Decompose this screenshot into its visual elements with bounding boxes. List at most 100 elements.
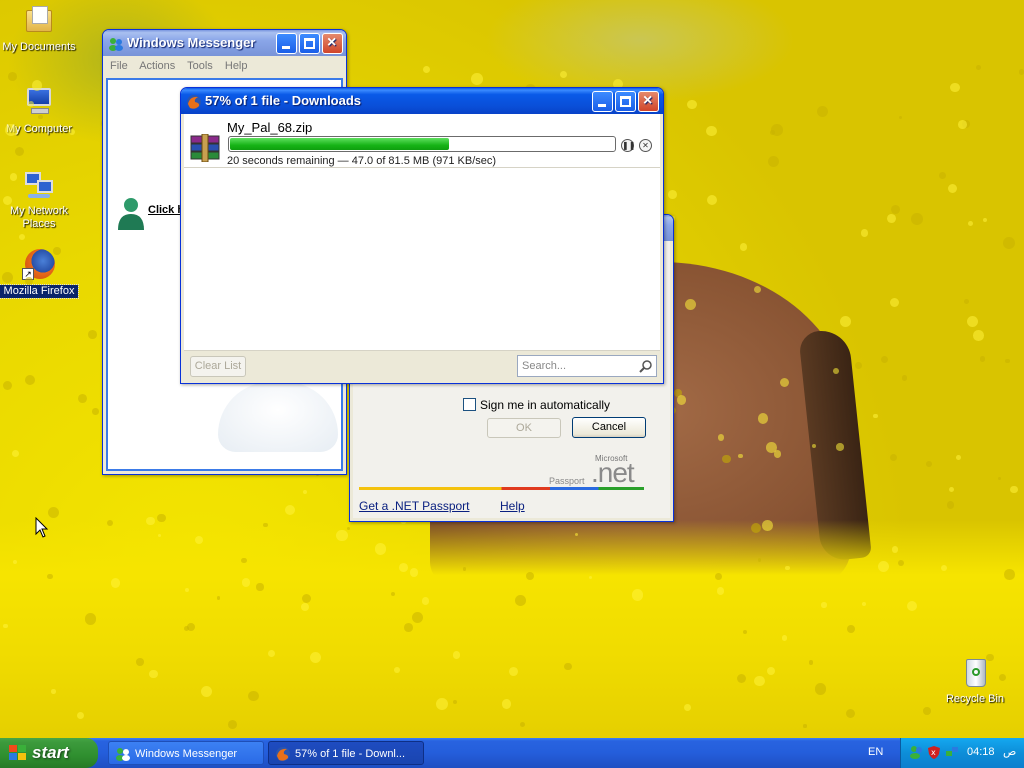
ok-button[interactable]: OK: [487, 418, 561, 438]
pause-icon: ❚❚: [622, 141, 636, 150]
cancel-icon: ✕: [642, 141, 649, 150]
flower-speck: [241, 578, 251, 587]
minimize-button[interactable]: [592, 91, 613, 112]
flower-speck: [336, 529, 348, 542]
close-button[interactable]: ×: [638, 91, 659, 112]
flower-speck: [886, 213, 896, 223]
task-downloads[interactable]: 57% of 1 file - Downl...: [268, 741, 424, 765]
search-icon[interactable]: [639, 359, 653, 373]
passport-help-link[interactable]: Help: [500, 499, 525, 513]
maximize-button[interactable]: [615, 91, 636, 112]
flower-speck: [911, 213, 924, 226]
minimize-icon: [282, 46, 290, 49]
messenger-icon: [108, 35, 124, 51]
desktop-icon-my-documents[interactable]: My Documents: [0, 4, 78, 54]
flower-speck: [25, 375, 36, 386]
flower-speck: [519, 721, 525, 727]
flower-speck: [757, 557, 762, 562]
desktop-icon-recycle-bin[interactable]: Recycle Bin: [936, 656, 1014, 706]
flower-speck: [667, 190, 677, 199]
search-placeholder: Search...: [522, 360, 567, 372]
task-windows-messenger[interactable]: Windows Messenger: [108, 741, 264, 765]
menu-tools[interactable]: Tools: [187, 60, 213, 72]
flower-speck: [768, 156, 780, 168]
flower-speck: [5, 124, 18, 136]
flower-speck: [435, 697, 448, 710]
flower-speck: [14, 147, 25, 157]
clear-list-button[interactable]: Clear List: [190, 356, 246, 377]
cancel-download-button[interactable]: ✕: [639, 139, 652, 152]
flower-speck: [966, 316, 978, 328]
download-item[interactable]: My_Pal_68.zip ❚❚ ✕ 20 seconds remaining …: [184, 114, 660, 168]
security-shield-icon[interactable]: x: [927, 745, 941, 759]
flower-speck: [284, 504, 295, 515]
network-tray-icon[interactable]: [945, 745, 959, 759]
flower-speck: [564, 663, 572, 671]
messenger-tray-icon[interactable]: [909, 745, 923, 759]
maximize-icon: [304, 38, 315, 49]
sign-in-auto-label: Sign me in automatically: [480, 398, 611, 412]
start-button[interactable]: start: [0, 738, 98, 768]
close-button[interactable]: ×: [322, 33, 343, 54]
flower-speck: [302, 490, 308, 495]
flower-speck: [998, 477, 1002, 481]
flower-speck: [631, 589, 643, 601]
windows-logo-icon: [9, 745, 26, 760]
user-avatar-icon: [116, 196, 146, 235]
flower-speck: [948, 486, 955, 493]
flower-speck: [769, 130, 775, 136]
minimize-button[interactable]: [276, 33, 297, 54]
flower-speck: [256, 583, 264, 591]
cancel-button[interactable]: Cancel: [572, 417, 646, 438]
flower-speck: [821, 602, 827, 608]
maximize-button[interactable]: [299, 33, 320, 54]
flower-speck: [399, 562, 409, 572]
passport-color-bar: [359, 487, 644, 490]
get-passport-link[interactable]: Get a .NET Passport: [359, 499, 470, 513]
pause-button[interactable]: ❚❚: [621, 139, 636, 152]
downloads-window[interactable]: 57% of 1 file - Downloads × My_Pal_68.zi…: [180, 87, 664, 384]
winrar-archive-icon: [189, 133, 221, 165]
language-indicator[interactable]: EN: [868, 746, 883, 758]
close-icon: ×: [643, 92, 653, 109]
flower-speck: [7, 72, 17, 82]
flower-speck: [76, 711, 84, 719]
clock-time: 04:18: [967, 746, 995, 758]
flower-speck: [53, 247, 61, 255]
flower-speck: [28, 100, 35, 107]
flower-speck: [739, 243, 747, 251]
menu-file[interactable]: File: [110, 60, 128, 72]
flower-speck: [471, 73, 484, 86]
sign-in-auto-checkbox[interactable]: [463, 398, 476, 411]
task-label: Windows Messenger: [135, 748, 238, 760]
flower-speck: [3, 623, 8, 629]
downloads-search-box[interactable]: Search...: [517, 355, 657, 377]
flower-speck: [687, 100, 697, 110]
flower-speck: [216, 595, 221, 600]
messenger-titlebar[interactable]: Windows Messenger ×: [103, 30, 346, 56]
flower-speck: [898, 115, 903, 120]
flower-speck: [946, 501, 954, 509]
downloads-footer: Clear List Search...: [184, 350, 660, 380]
flower-speck: [860, 229, 869, 237]
downloads-titlebar[interactable]: 57% of 1 file - Downloads ×: [181, 88, 663, 114]
flower-speck: [11, 450, 19, 458]
flower-speck: [78, 394, 88, 403]
flower-speck: [263, 522, 268, 527]
flower-speck: [1004, 569, 1015, 580]
flower-speck: [982, 217, 988, 223]
flower-speck: [955, 455, 961, 460]
flower-speck: [9, 173, 17, 181]
flower-speck: [525, 571, 534, 580]
download-filename: My_Pal_68.zip: [227, 120, 313, 135]
minimize-icon: [598, 104, 606, 107]
desktop-icon-label: Recycle Bin: [945, 693, 1005, 705]
flower-speck: [676, 394, 687, 405]
menu-help[interactable]: Help: [225, 60, 248, 72]
click-here-link[interactable]: Click h: [148, 204, 184, 216]
mouse-cursor-icon: [35, 517, 49, 538]
menu-actions[interactable]: Actions: [139, 60, 175, 72]
flower-speck: [925, 461, 932, 468]
flower-speck: [3, 381, 13, 391]
flower-speck: [950, 82, 960, 93]
